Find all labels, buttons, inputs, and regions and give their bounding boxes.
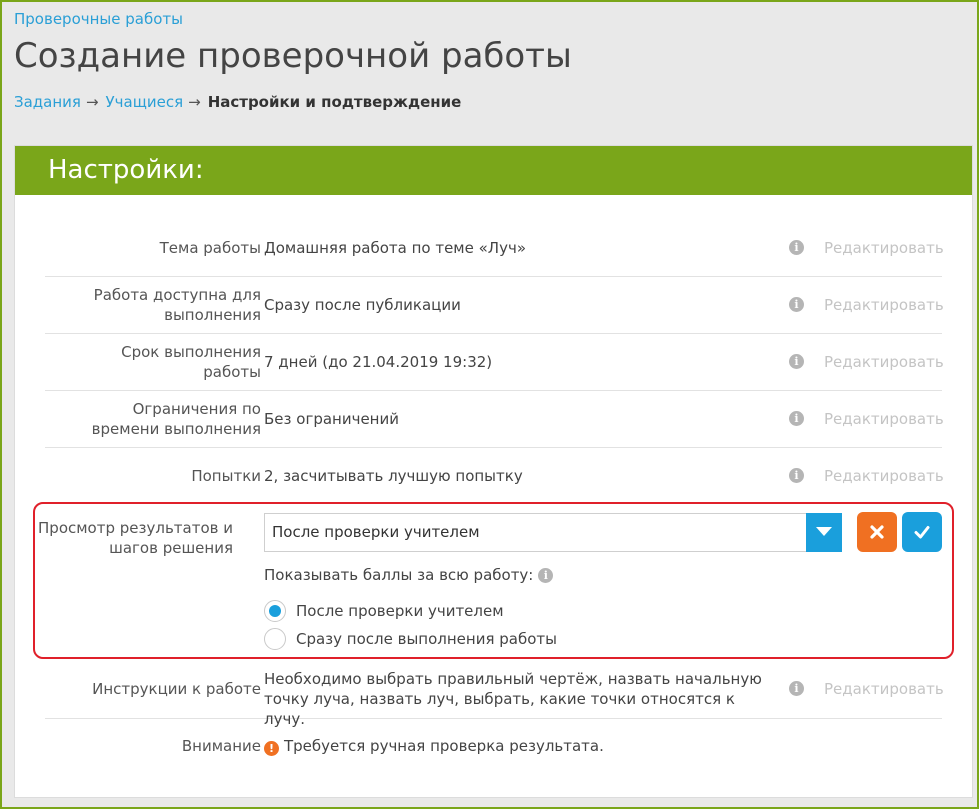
edit-link[interactable]: Редактировать [824, 352, 944, 372]
results-view-select[interactable]: После проверки учителем [264, 513, 842, 552]
row-value: Домашняя работа по теме «Луч» [264, 239, 526, 257]
settings-row-attention: Внимание ! Требуется ручная проверка резу… [45, 719, 942, 776]
row-label: Инструкции к работе [92, 680, 261, 698]
info-icon[interactable]: i [789, 354, 804, 369]
row-label: Срок выполнения работы [121, 343, 261, 381]
breadcrumb-students[interactable]: Учащиеся [106, 93, 184, 111]
dropdown-toggle[interactable] [806, 513, 842, 552]
breadcrumb-tasks[interactable]: Задания [14, 93, 81, 111]
settings-panel: Настройки: Тема работы Домашняя работа п… [14, 145, 973, 798]
radio-label: После проверки учителем [296, 602, 504, 620]
row-value: 2, засчитывать лучшую попытку [264, 467, 523, 485]
settings-row-topic: Тема работы Домашняя работа по теме «Луч… [45, 221, 944, 277]
attention-message: ! Требуется ручная проверка результата. [264, 736, 604, 756]
top-link-tests[interactable]: Проверочные работы [14, 10, 183, 28]
info-icon[interactable]: i [789, 681, 804, 696]
page-title: Создание проверочной работы [14, 36, 572, 76]
radio-button-checked[interactable] [264, 600, 286, 622]
check-icon [914, 526, 930, 539]
row-value: 7 дней (до 21.04.2019 19:32) [264, 353, 493, 371]
results-view-label: Просмотр результатов и шагов решения [38, 519, 233, 557]
edit-link[interactable]: Редактировать [824, 679, 944, 699]
row-value: Без ограничений [264, 410, 399, 428]
edit-link[interactable]: Редактировать [824, 466, 944, 486]
radio-option-after-check[interactable]: После проверки учителем [264, 600, 504, 622]
edit-link[interactable]: Редактировать [824, 409, 944, 429]
row-value: Сразу после публикации [264, 296, 461, 314]
breadcrumb-arrow: → [188, 93, 201, 111]
row-label: Работа доступна для выполнения [93, 286, 261, 324]
row-label: Ограничения по времени выполнения [91, 400, 261, 438]
edit-link[interactable]: Редактировать [824, 238, 944, 258]
radio-button[interactable] [264, 628, 286, 650]
scores-label: Показывать баллы за всю работу: i [264, 566, 554, 584]
cancel-button[interactable] [857, 512, 897, 552]
radio-label: Сразу после выполнения работы [296, 630, 557, 648]
settings-row-deadline: Срок выполнения работы 7 дней (до 21.04.… [45, 334, 944, 391]
chevron-down-icon [816, 527, 832, 536]
info-icon[interactable]: i [789, 411, 804, 426]
info-icon[interactable]: i [789, 468, 804, 483]
edit-link[interactable]: Редактировать [824, 295, 944, 315]
settings-row-availability: Работа доступна для выполнения Сразу пос… [45, 277, 944, 334]
row-label: Тема работы [159, 239, 261, 257]
warning-icon: ! [264, 741, 279, 756]
breadcrumb-arrow: → [85, 93, 99, 111]
panel-title: Настройки: [48, 155, 204, 185]
confirm-button[interactable] [902, 512, 942, 552]
breadcrumb: Задания → Учащиеся → Настройки и подтвер… [14, 93, 461, 111]
settings-row-time-limit: Ограничения по времени выполнения Без ог… [45, 391, 944, 448]
row-label: Попытки [191, 467, 261, 485]
info-icon[interactable]: i [789, 240, 804, 255]
settings-row-instructions: Инструкции к работе Необходимо выбрать п… [45, 662, 944, 728]
info-icon[interactable]: i [538, 567, 554, 583]
radio-option-immediately[interactable]: Сразу после выполнения работы [264, 628, 557, 650]
settings-row-attempts: Попытки 2, засчитывать лучшую попытку i … [45, 448, 944, 505]
info-icon[interactable]: i [789, 297, 804, 312]
panel-header: Настройки: [15, 146, 972, 195]
row-label: Внимание [181, 737, 261, 755]
results-view-editor: Просмотр результатов и шагов решения Пос… [33, 502, 954, 659]
attention-text: Требуется ручная проверка результата. [284, 737, 604, 755]
select-value: После проверки учителем [272, 523, 480, 541]
breadcrumb-current: Настройки и подтверждение [207, 93, 462, 111]
close-icon [870, 525, 884, 539]
scores-label-text: Показывать баллы за всю работу: [264, 566, 534, 584]
